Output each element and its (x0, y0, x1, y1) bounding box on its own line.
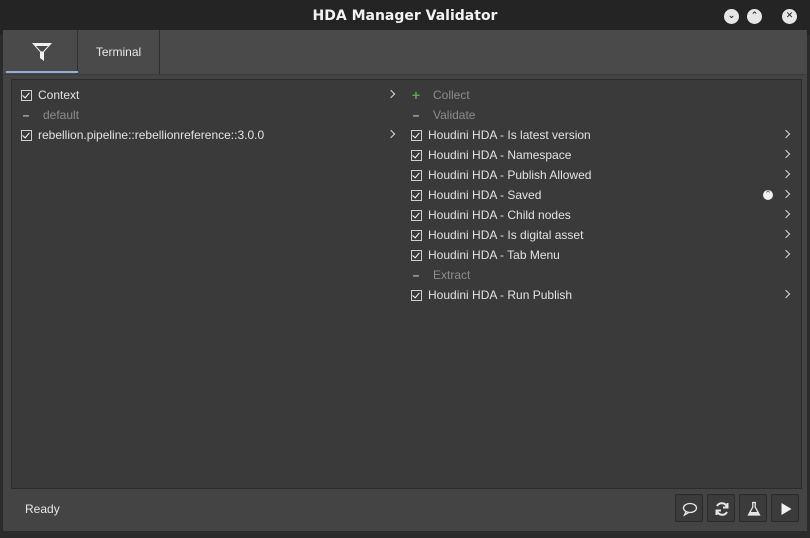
publish-button[interactable] (771, 494, 799, 522)
reset-button[interactable] (707, 494, 735, 522)
validator-label: Houdini HDA - Is digital asset (428, 228, 584, 242)
tab-bar: Terminal (3, 30, 807, 75)
validator-checkbox[interactable] (411, 190, 422, 201)
extract-section-label: Extract (433, 268, 471, 282)
minimize-button[interactable]: ⌄ (724, 9, 739, 24)
validator-row[interactable]: Houdini HDA - Is latest version (409, 125, 791, 145)
instance-checkbox[interactable] (21, 130, 32, 141)
validator-row[interactable]: Houdini HDA - Namespace (409, 145, 791, 165)
chevron-right-icon[interactable] (781, 149, 791, 159)
main-window: Terminal Context – default rebellion.pip… (3, 30, 807, 531)
context-checkbox[interactable] (21, 90, 32, 101)
validator-checkbox[interactable] (411, 170, 422, 181)
chevron-right-icon[interactable] (781, 249, 791, 259)
comment-button[interactable] (675, 494, 703, 522)
chevron-right-icon[interactable] (781, 209, 791, 219)
play-icon (781, 503, 792, 515)
validator-label: Houdini HDA - Is latest version (428, 128, 591, 142)
extractor-label: Houdini HDA - Run Publish (428, 288, 573, 302)
close-button[interactable]: ✕ (782, 9, 797, 24)
default-section-row[interactable]: – default (19, 105, 397, 125)
validator-checkbox[interactable] (411, 250, 422, 261)
chevron-right-icon[interactable] (386, 89, 396, 99)
tab-terminal[interactable]: Terminal (78, 30, 160, 74)
window-title: HDA Manager Validator (312, 8, 498, 24)
context-label: Context (38, 88, 80, 102)
chevron-right-icon[interactable] (781, 169, 791, 179)
default-section-label: default (43, 108, 80, 122)
collect-section-row[interactable]: + Collect (409, 85, 789, 105)
extractor-row[interactable]: Houdini HDA - Run Publish (409, 285, 791, 305)
validator-row[interactable]: Houdini HDA - Child nodes (409, 205, 791, 225)
chevron-right-icon[interactable] (781, 189, 791, 199)
expand-plus-icon[interactable]: + (410, 85, 422, 105)
validate-section-label: Validate (433, 108, 476, 122)
validator-row[interactable]: Houdini HDA - Is digital asset (409, 225, 791, 245)
validator-row[interactable]: Houdini HDA - Saved ^ (409, 185, 791, 205)
active-tab-indicator (6, 71, 78, 73)
validator-checkbox[interactable] (411, 130, 422, 141)
validate-button[interactable] (739, 494, 767, 522)
validator-label: Houdini HDA - Publish Allowed (428, 168, 592, 182)
reset-icon (715, 502, 729, 516)
instances-pane: Context – default rebellion.pipeline::re… (19, 85, 397, 145)
filter-icon (32, 43, 52, 61)
extract-section-row[interactable]: – Extract (409, 265, 789, 285)
tab-filter[interactable] (6, 30, 78, 74)
instance-row[interactable]: rebellion.pipeline::rebellionreference::… (19, 125, 397, 145)
extractor-checkbox[interactable] (411, 290, 422, 301)
status-indicator-icon[interactable]: ^ (763, 190, 773, 200)
validator-label: Houdini HDA - Saved (428, 188, 542, 202)
validate-section-row[interactable]: – Validate (409, 105, 789, 125)
chevron-right-icon[interactable] (781, 289, 791, 299)
collapse-minus-icon[interactable]: – (20, 105, 32, 125)
context-row[interactable]: Context (19, 85, 397, 105)
validator-checkbox[interactable] (411, 150, 422, 161)
content-area: Context – default rebellion.pipeline::re… (11, 79, 802, 489)
validator-label: Houdini HDA - Namespace (428, 148, 572, 162)
chevron-right-icon[interactable] (781, 229, 791, 239)
validator-checkbox[interactable] (411, 210, 422, 221)
status-text: Ready (25, 502, 60, 516)
chevron-right-icon[interactable] (386, 129, 396, 139)
instance-label: rebellion.pipeline::rebellionreference::… (38, 128, 265, 142)
validator-checkbox[interactable] (411, 230, 422, 241)
collect-section-label: Collect (433, 88, 470, 102)
validator-label: Houdini HDA - Child nodes (428, 208, 571, 222)
comment-icon (682, 502, 698, 517)
validator-row[interactable]: Houdini HDA - Tab Menu (409, 245, 791, 265)
collapse-minus-icon[interactable]: – (410, 105, 422, 125)
collapse-minus-icon[interactable]: – (410, 265, 422, 285)
maximize-button[interactable]: ⌃ (747, 9, 762, 24)
plugins-pane: + Collect – Validate Houdini HDA - Is la… (409, 85, 791, 305)
validator-label: Houdini HDA - Tab Menu (428, 248, 560, 262)
flask-icon (747, 501, 761, 516)
validator-row[interactable]: Houdini HDA - Publish Allowed (409, 165, 791, 185)
tab-terminal-label: Terminal (95, 45, 142, 59)
chevron-right-icon[interactable] (781, 129, 791, 139)
